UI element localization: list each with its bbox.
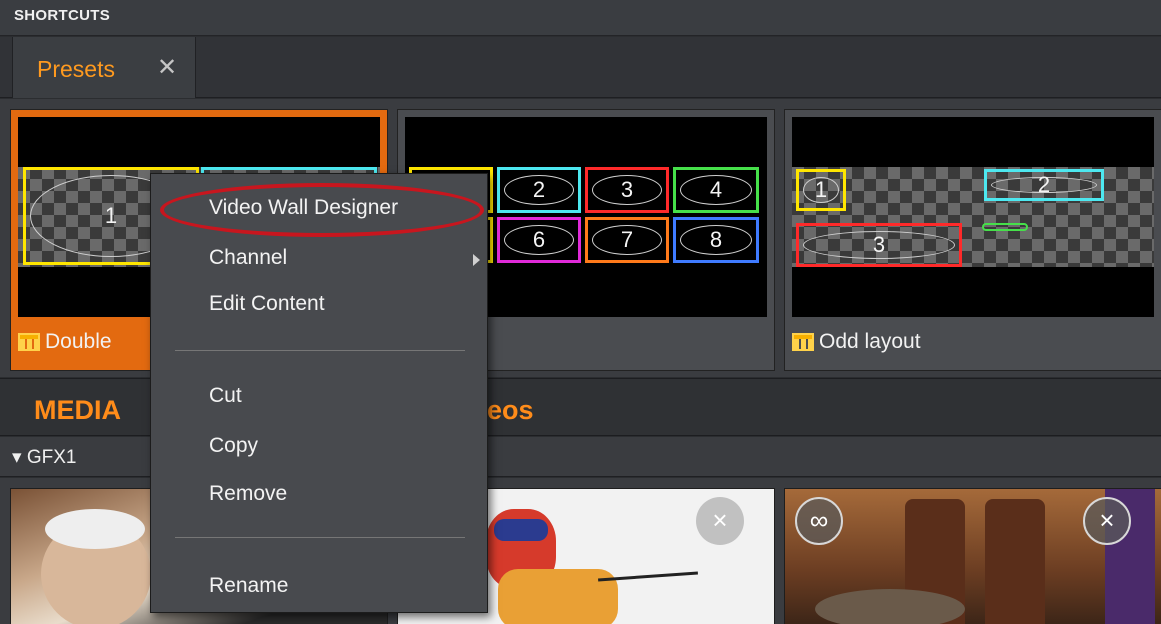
menu-separator [175,350,465,351]
context-menu: Video Wall Designer Channel Edit Content… [150,173,488,613]
layout-cell: 4 [673,167,759,213]
media-tile-room[interactable]: ∞ × [784,488,1161,624]
media-title-suffix: eos [487,395,534,425]
preset-tile-odd-layout[interactable]: 1 2 3 Odd layout [784,109,1161,371]
layout-cell: 2 [497,167,581,213]
layout-cell [982,223,1028,231]
preset-thumbnail: 1 2 3 [792,117,1154,317]
layout-cell: 3 [796,223,962,267]
preset-name: Double [45,330,112,353]
video-wall-grid-icon [792,333,814,351]
preset-name: Odd layout [819,330,921,353]
shortcuts-title: SHORTCUTS [14,7,111,24]
menu-separator [175,537,465,538]
menu-item-video-wall-designer[interactable]: Video Wall Designer [209,196,398,220]
loop-icon[interactable]: ∞ [795,497,843,545]
close-icon[interactable]: × [1083,497,1131,545]
layout-cell: 1 [796,169,846,211]
tab-bar: Presets ✕ [0,37,1161,98]
preset-label: Odd layout [792,324,1154,360]
tab-presets[interactable]: Presets ✕ [12,37,196,98]
media-group-label: ▾ GFX1 [12,447,77,468]
menu-item-cut[interactable]: Cut [209,384,242,408]
menu-item-channel[interactable]: Channel [209,246,287,270]
menu-item-remove[interactable]: Remove [209,482,287,506]
layout-cell: 6 [497,217,581,263]
close-icon[interactable]: × [696,497,744,545]
layout-cell: 7 [585,217,669,263]
tab-close-icon[interactable]: ✕ [157,53,177,82]
tab-presets-label: Presets [37,56,115,82]
layout-cell: 2 [984,169,1104,201]
submenu-arrow-icon [473,254,480,266]
menu-item-edit-content[interactable]: Edit Content [209,292,325,316]
shortcuts-header: SHORTCUTS [0,0,1161,36]
menu-item-rename[interactable]: Rename [209,574,288,598]
menu-item-copy[interactable]: Copy [209,434,258,458]
layout-cell: 3 [585,167,669,213]
video-wall-grid-icon [18,333,40,351]
layout-cell: 8 [673,217,759,263]
media-title: MEDIA [34,395,121,425]
